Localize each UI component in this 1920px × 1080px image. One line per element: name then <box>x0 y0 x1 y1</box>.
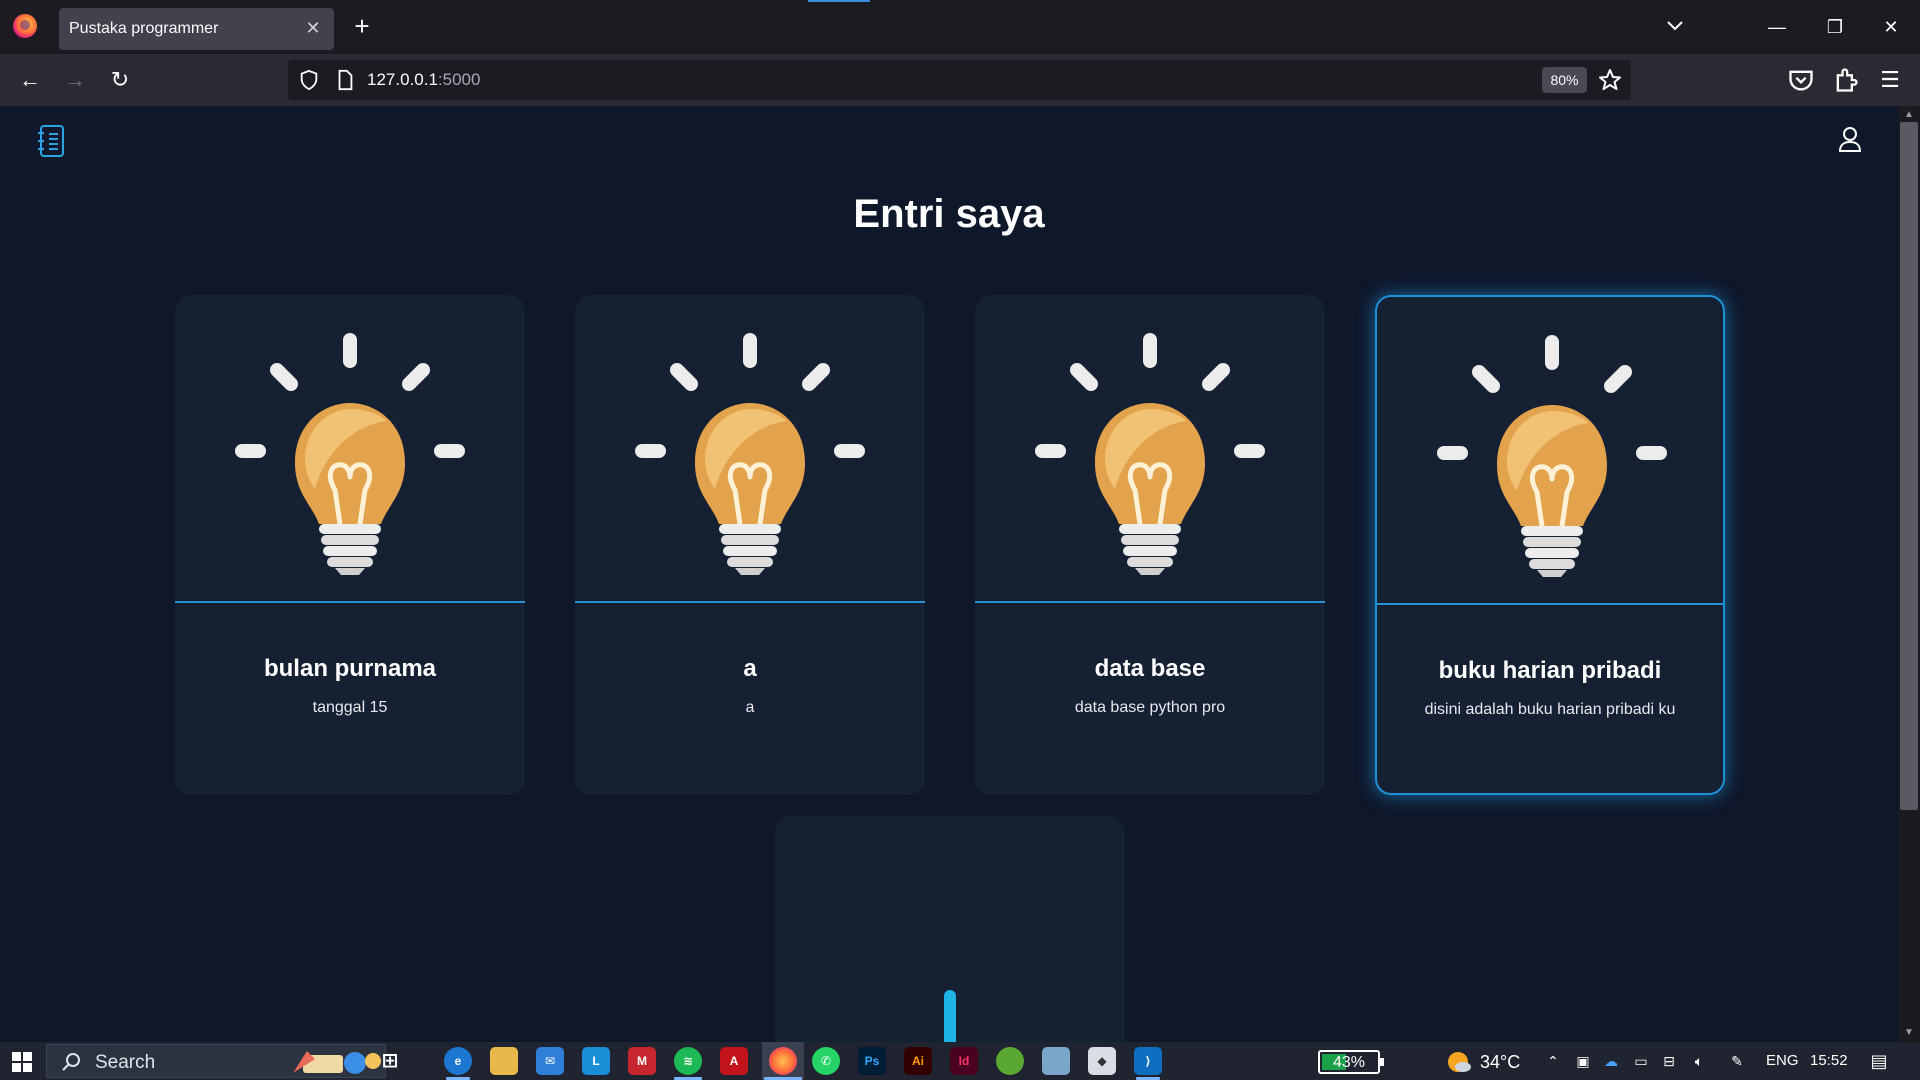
card-description: a <box>745 699 755 716</box>
address-bar[interactable]: 127.0.0.1:5000 80% <box>288 60 1631 100</box>
shield-icon[interactable] <box>298 69 320 91</box>
close-window-icon[interactable]: ✕ <box>1876 12 1906 42</box>
back-arrow-icon[interactable]: ← <box>16 66 44 94</box>
minimize-icon[interactable]: — <box>1762 12 1792 42</box>
extensions-icon[interactable] <box>1832 66 1860 94</box>
taskbar-search-box[interactable]: Search <box>46 1044 386 1078</box>
new-tab-icon[interactable]: + <box>349 12 375 40</box>
battery-tray-icon[interactable]: ▭ <box>1632 1053 1650 1069</box>
page-title: Entri saya <box>853 192 1045 236</box>
battery-percent: 43% <box>1332 1054 1366 1071</box>
onedrive-icon[interactable]: ☁ <box>1602 1053 1620 1069</box>
entry-card[interactable]: data base data base python pro <box>975 295 1325 795</box>
card-title: a <box>743 655 757 682</box>
reload-icon[interactable]: ↻ <box>106 66 134 94</box>
card-title: bulan purnama <box>263 655 437 682</box>
input-language[interactable]: ENG <box>1766 1052 1799 1069</box>
scroll-down-icon[interactable]: ▼ <box>1900 1026 1918 1040</box>
battery-indicator[interactable]: 43% <box>1318 1050 1384 1074</box>
scroll-up-icon[interactable]: ▲ <box>1900 108 1918 122</box>
entry-card[interactable]: bulan purnama tanggal 15 <box>175 295 525 795</box>
lightbulb-icon <box>635 333 865 575</box>
show-hidden-icons-chevron-icon[interactable]: ⌃ <box>1544 1053 1562 1069</box>
search-icon <box>62 1053 80 1071</box>
page-info-icon[interactable] <box>334 69 356 91</box>
url-text[interactable]: 127.0.0.1:5000 <box>367 70 480 90</box>
browser-nav-bar: ← → ↻ 127.0.0.1:5000 80% ☰ <box>0 54 1920 106</box>
scrollbar-thumb[interactable] <box>1900 122 1918 810</box>
firefox-icon[interactable] <box>13 14 37 38</box>
camera-icon[interactable]: ▣ <box>1574 1053 1592 1069</box>
card-divider <box>975 601 1325 603</box>
firefox-taskbar-icon[interactable] <box>769 1047 797 1075</box>
lightbulb-icon <box>235 333 465 575</box>
browser-tab[interactable]: Pustaka programmer ✕ <box>59 8 334 50</box>
weather-sun-icon[interactable] <box>1446 1050 1472 1074</box>
forward-arrow-icon[interactable]: → <box>61 66 89 94</box>
card-divider <box>1377 603 1723 605</box>
search-highlight-illustration-icon <box>293 1051 381 1074</box>
card-divider <box>575 601 925 603</box>
file-explorer-icon[interactable] <box>490 1047 518 1075</box>
lightbulb-icon <box>1035 333 1265 575</box>
whatsapp-icon[interactable]: ✆ <box>812 1047 840 1075</box>
url-host: 127.0.0.1 <box>367 70 438 89</box>
mail-icon[interactable]: ✉ <box>536 1047 564 1075</box>
pen-icon[interactable]: ✎ <box>1728 1053 1746 1069</box>
tab-close-icon[interactable]: ✕ <box>302 17 324 39</box>
card-divider <box>175 601 525 603</box>
search-label: Search <box>95 1052 156 1073</box>
tab-loading-indicator <box>808 0 870 2</box>
journal-logo-icon[interactable] <box>38 124 66 158</box>
photoshop-icon[interactable]: Ps <box>858 1047 886 1075</box>
roblox-icon[interactable]: ◆ <box>1088 1047 1116 1075</box>
clock-time[interactable]: 15:52 <box>1810 1052 1848 1069</box>
zoom-level-badge[interactable]: 80% <box>1542 67 1587 93</box>
edge-icon[interactable]: e <box>444 1047 472 1075</box>
restore-icon[interactable]: ❐ <box>1820 12 1850 42</box>
user-profile-icon[interactable] <box>1838 126 1862 152</box>
card-description: disini adalah buku harian pribadi ku <box>1424 701 1676 718</box>
card-description: tanggal 15 <box>312 699 388 716</box>
bookmark-star-icon[interactable] <box>1598 68 1622 92</box>
windows-start-icon[interactable] <box>12 1052 32 1072</box>
browser-app-icon[interactable] <box>996 1047 1024 1075</box>
task-view-icon[interactable]: ⊞ <box>376 1047 404 1075</box>
windows-taskbar: Search ⊞ e ✉ L M ≋ A ✆ Ps Ai Id ◆ ⟩ 43% … <box>0 1042 1920 1080</box>
pocket-icon[interactable] <box>1787 66 1815 94</box>
network-icon[interactable]: ⊟ <box>1660 1053 1678 1069</box>
notifications-icon[interactable]: ▤ <box>1870 1052 1888 1070</box>
url-port: :5000 <box>437 70 481 89</box>
photos-app-icon[interactable] <box>1042 1047 1070 1075</box>
menu-hamburger-icon[interactable]: ☰ <box>1876 66 1904 94</box>
vscode-icon[interactable]: ⟩ <box>1134 1047 1162 1075</box>
lite-app-icon[interactable]: L <box>582 1047 610 1075</box>
volume-icon[interactable]: 🔈︎ <box>1690 1053 1708 1069</box>
entry-card[interactable]: a a <box>575 295 925 795</box>
page-content: Entri saya bulan purnama tanggal 15 a a … <box>0 106 1898 1042</box>
mcafee-icon[interactable]: M <box>628 1047 656 1075</box>
acrobat-icon[interactable]: A <box>720 1047 748 1075</box>
plus-icon <box>944 990 956 1042</box>
weather-temperature[interactable]: 34°C <box>1480 1052 1520 1073</box>
entry-card-highlighted[interactable]: buku harian pribadi disini adalah buku h… <box>1375 295 1725 795</box>
lightbulb-icon <box>1437 335 1667 577</box>
card-title: buku harian pribadi <box>1438 657 1662 684</box>
browser-tab-bar: Pustaka programmer ✕ + — ❐ ✕ <box>0 0 1920 54</box>
indesign-icon[interactable]: Id <box>950 1047 978 1075</box>
spotify-icon[interactable]: ≋ <box>674 1047 702 1075</box>
illustrator-icon[interactable]: Ai <box>904 1047 932 1075</box>
tab-list-chevron-icon[interactable] <box>1663 14 1687 38</box>
card-description: data base python pro <box>1074 699 1226 716</box>
card-title: data base <box>1094 655 1206 682</box>
battery-terminal <box>1380 1058 1384 1066</box>
tab-title: Pustaka programmer <box>69 20 219 37</box>
add-entry-card[interactable] <box>775 816 1125 1042</box>
